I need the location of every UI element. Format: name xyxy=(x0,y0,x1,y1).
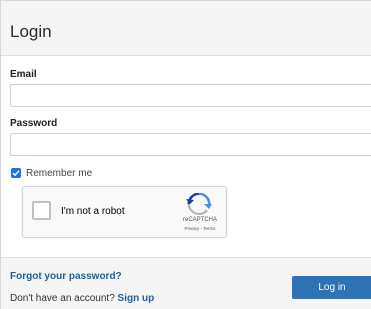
card-header: Login xyxy=(1,1,371,56)
login-button[interactable]: Log in xyxy=(292,276,371,299)
page-title: Login xyxy=(10,22,52,41)
checkmark-icon xyxy=(12,170,20,177)
recaptcha-brand: reCAPTCHA xyxy=(182,217,217,223)
recaptcha-logo-icon xyxy=(186,193,212,215)
email-label: Email xyxy=(10,69,37,80)
remember-me-checkbox[interactable] xyxy=(11,168,21,178)
login-card: Login Email Password Remember me I'm not… xyxy=(0,0,371,309)
recaptcha-widget: I'm not a robot reCAPTCHA Privacy - Term… xyxy=(22,186,227,238)
password-label: Password xyxy=(10,118,58,129)
remember-me-row[interactable]: Remember me xyxy=(11,167,92,179)
no-account-text: Don't have an account? xyxy=(10,293,115,304)
password-field[interactable] xyxy=(10,133,371,156)
signup-link[interactable]: Sign up xyxy=(118,293,155,304)
forgot-password-link[interactable]: Forgot your password? xyxy=(10,271,122,282)
signup-prompt: Don't have an account? Sign up xyxy=(10,293,154,304)
recaptcha-checkbox[interactable] xyxy=(32,201,51,220)
card-footer: Forgot your password? Don't have an acco… xyxy=(1,257,371,309)
remember-me-label: Remember me xyxy=(26,167,93,179)
recaptcha-label: I'm not a robot xyxy=(61,206,125,217)
recaptcha-privacy-terms[interactable]: Privacy - Terms xyxy=(173,226,227,231)
email-field[interactable] xyxy=(10,84,371,107)
